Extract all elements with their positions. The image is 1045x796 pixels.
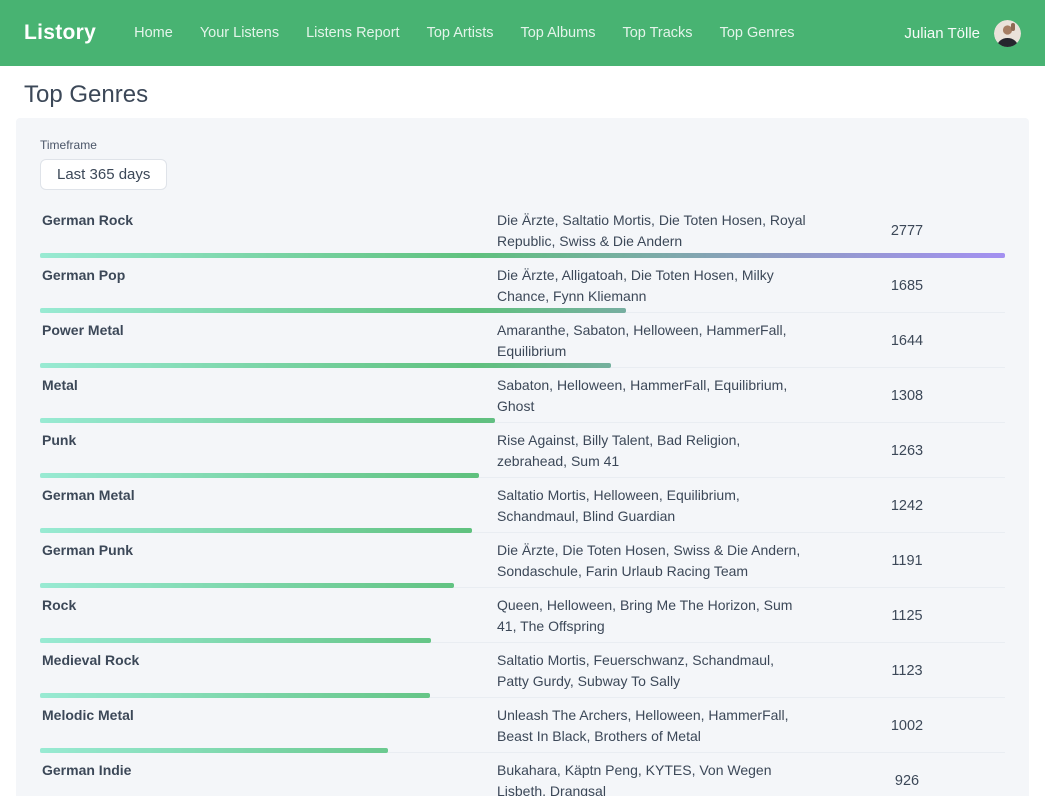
genre-listen-count: 1308 xyxy=(809,388,1005,404)
genre-name: Metal xyxy=(40,375,497,417)
genre-name: German Pop xyxy=(40,265,497,307)
main-content: Top Genres Timeframe Last 365 days Germa… xyxy=(0,81,1045,796)
nav-item-top-tracks[interactable]: Top Tracks xyxy=(622,25,692,41)
genre-listen-count: 1123 xyxy=(809,663,1005,679)
genre-listen-count: 1263 xyxy=(809,443,1005,459)
nav-item-top-albums[interactable]: Top Albums xyxy=(520,25,595,41)
genre-listen-count: 1242 xyxy=(809,498,1005,514)
table-row: Melodic MetalUnleash The Archers, Hellow… xyxy=(40,698,1005,753)
genre-top-artists: Unleash The Archers, Helloween, HammerFa… xyxy=(497,705,809,747)
app-header: Listory Home Your Listens Listens Report To… xyxy=(0,0,1045,66)
nav-item-top-artists[interactable]: Top Artists xyxy=(427,25,494,41)
genre-top-artists: Bukahara, Käptn Peng, KYTES, Von Wegen L… xyxy=(497,760,809,796)
genre-top-artists: Saltatio Mortis, Helloween, Equilibrium,… xyxy=(497,485,809,527)
genre-listen-count: 1125 xyxy=(809,608,1005,624)
table-row: PunkRise Against, Billy Talent, Bad Reli… xyxy=(40,423,1005,478)
genre-name: Punk xyxy=(40,430,497,472)
timeframe-select[interactable]: Last 365 days xyxy=(40,159,167,190)
table-row: German PunkDie Ärzte, Die Toten Hosen, S… xyxy=(40,533,1005,588)
app-logo[interactable]: Listory xyxy=(24,21,96,45)
table-row: RockQueen, Helloween, Bring Me The Horiz… xyxy=(40,588,1005,643)
nav-item-listens-report[interactable]: Listens Report xyxy=(306,25,400,41)
top-genres-card: Timeframe Last 365 days German RockDie Ä… xyxy=(16,118,1029,796)
nav-item-top-genres[interactable]: Top Genres xyxy=(720,25,795,41)
genre-top-artists: Queen, Helloween, Bring Me The Horizon, … xyxy=(497,595,809,637)
user-name: Julian Tölle xyxy=(904,25,980,42)
nav-item-home[interactable]: Home xyxy=(134,25,173,41)
genre-name: German Metal xyxy=(40,485,497,527)
genre-name: Rock xyxy=(40,595,497,637)
genre-listen-count: 1644 xyxy=(809,333,1005,349)
genre-listen-count: 1002 xyxy=(809,718,1005,734)
genre-name: Power Metal xyxy=(40,320,497,362)
genre-name: Melodic Metal xyxy=(40,705,497,747)
timeframe-block: Timeframe Last 365 days xyxy=(40,138,1005,190)
genre-top-artists: Rise Against, Billy Talent, Bad Religion… xyxy=(497,430,809,472)
genre-name: German Punk xyxy=(40,540,497,582)
genre-top-artists: Sabaton, Helloween, HammerFall, Equilibr… xyxy=(497,375,809,417)
genre-listen-count: 926 xyxy=(809,773,1005,789)
header-user-area: Julian Tölle xyxy=(904,20,1021,47)
table-row: German RockDie Ärzte, Saltatio Mortis, D… xyxy=(40,203,1005,258)
genre-top-artists: Die Ärzte, Alligatoah, Die Toten Hosen, … xyxy=(497,265,809,307)
genre-name: German Rock xyxy=(40,210,497,252)
genre-top-artists: Die Ärzte, Die Toten Hosen, Swiss & Die … xyxy=(497,540,809,582)
page-title: Top Genres xyxy=(24,81,1021,109)
table-row: Power MetalAmaranthe, Sabaton, Helloween… xyxy=(40,313,1005,368)
genre-listen-count: 1685 xyxy=(809,278,1005,294)
avatar[interactable] xyxy=(994,20,1021,47)
avatar-photo xyxy=(994,20,1021,47)
genre-listen-count: 1191 xyxy=(809,553,1005,569)
genre-top-artists: Amaranthe, Sabaton, Helloween, HammerFal… xyxy=(497,320,809,362)
table-row: German PopDie Ärzte, Alligatoah, Die Tot… xyxy=(40,258,1005,313)
genre-listen-count: 2777 xyxy=(809,223,1005,239)
table-row: MetalSabaton, Helloween, HammerFall, Equ… xyxy=(40,368,1005,423)
table-row: Medieval RockSaltatio Mortis, Feuerschwa… xyxy=(40,643,1005,698)
table-row: German MetalSaltatio Mortis, Helloween, … xyxy=(40,478,1005,533)
genre-top-artists: Saltatio Mortis, Feuerschwanz, Schandmau… xyxy=(497,650,809,692)
genre-top-artists: Die Ärzte, Saltatio Mortis, Die Toten Ho… xyxy=(497,210,809,252)
table-row: German IndieBukahara, Käptn Peng, KYTES,… xyxy=(40,753,1005,796)
main-nav: Home Your Listens Listens Report Top Artist… xyxy=(134,25,794,41)
timeframe-label: Timeframe xyxy=(40,138,1005,152)
genre-name: German Indie xyxy=(40,760,497,796)
genre-table: German RockDie Ärzte, Saltatio Mortis, D… xyxy=(40,203,1005,796)
nav-item-your-listens[interactable]: Your Listens xyxy=(200,25,279,41)
genre-name: Medieval Rock xyxy=(40,650,497,692)
